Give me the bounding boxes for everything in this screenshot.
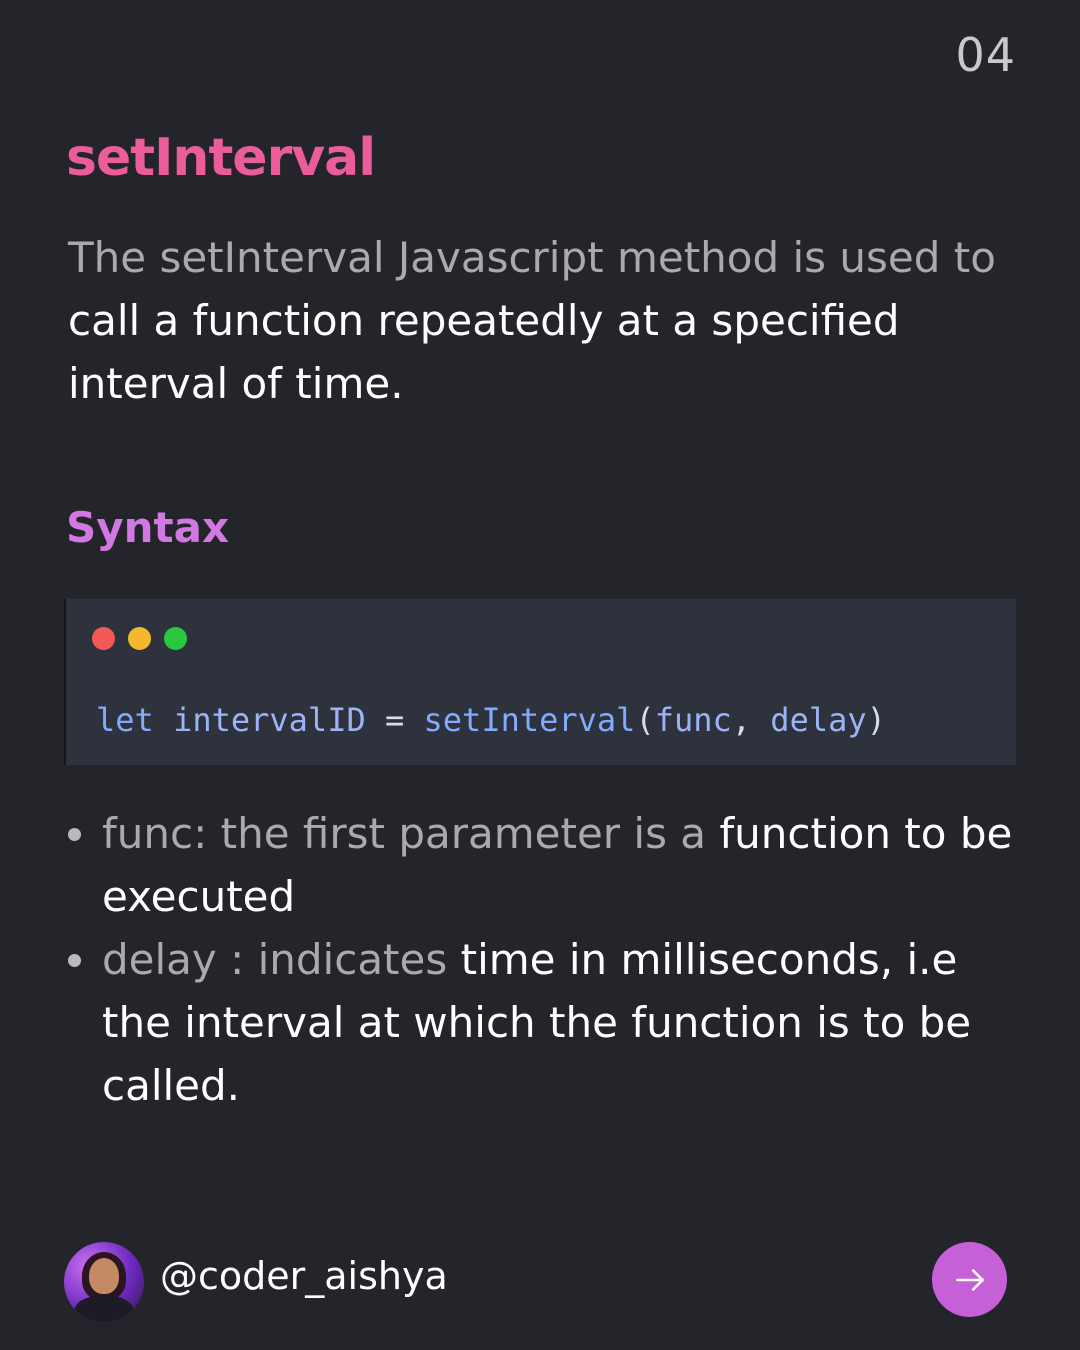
code-operator: = (384, 701, 405, 739)
avatar-face (89, 1258, 119, 1294)
syntax-heading: Syntax (66, 503, 230, 552)
bullet-muted-text: func: the first parameter is a (102, 809, 720, 858)
code-keyword: let (96, 701, 154, 739)
avatar-body (74, 1296, 134, 1322)
code-function: setInterval (423, 701, 636, 739)
page-title: setInterval (66, 128, 376, 188)
code-param-delay: delay (770, 701, 867, 739)
code-variable: intervalID (173, 701, 366, 739)
code-param-func: func (654, 701, 732, 739)
code-window: let intervalID = setInterval(func, delay… (64, 599, 1016, 765)
avatar[interactable] (64, 1242, 144, 1322)
bullet-muted-text: delay : indicates (102, 935, 461, 984)
arrow-right-icon (955, 1268, 984, 1291)
bullet-icon (68, 954, 81, 967)
minimize-dot-icon (128, 627, 151, 650)
list-item: delay : indicates time in milliseconds, … (68, 928, 1028, 1117)
list-item: func: the first parameter is a function … (68, 802, 1028, 928)
code-line: let intervalID = setInterval(func, delay… (96, 701, 886, 739)
next-button[interactable] (932, 1242, 1007, 1317)
page-number: 04 (955, 28, 1016, 82)
intro-muted-text: The setInterval Javascript method is use… (68, 233, 996, 282)
window-controls (92, 627, 187, 650)
close-dot-icon (92, 627, 115, 650)
intro-bright-text: call a function repeatedly at a specifie… (68, 296, 900, 408)
parameter-list: func: the first parameter is a function … (68, 802, 1028, 1117)
code-open-paren: ( (635, 701, 655, 739)
code-comma: , (731, 701, 752, 739)
bullet-icon (68, 828, 81, 841)
author-handle[interactable]: @coder_aishya (160, 1254, 448, 1298)
intro-paragraph: The setInterval Javascript method is use… (68, 226, 1028, 415)
maximize-dot-icon (164, 627, 187, 650)
code-close-paren: ) (866, 701, 886, 739)
